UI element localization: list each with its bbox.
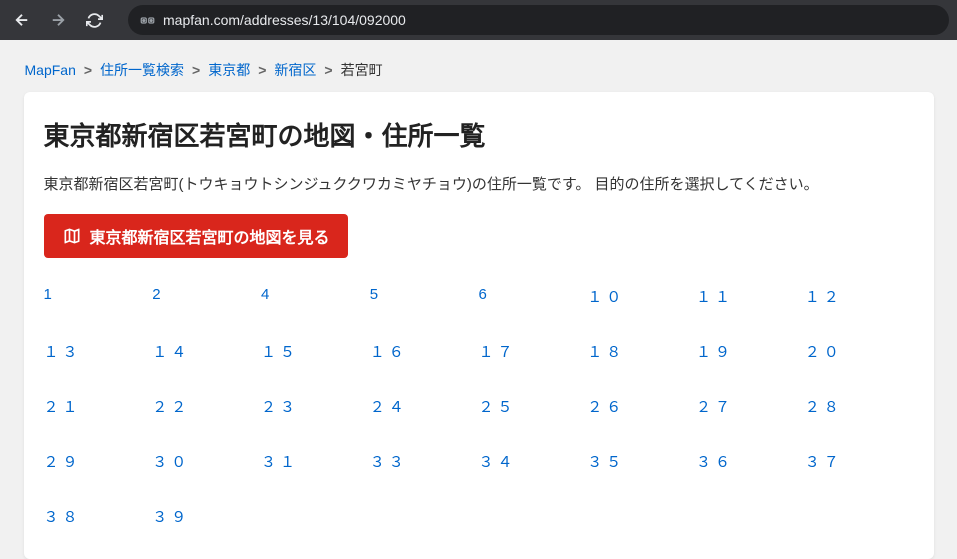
address-link[interactable]: １７ <box>479 341 588 362</box>
view-map-button[interactable]: 東京都新宿区若宮町の地図を見る <box>44 214 348 258</box>
breadcrumb-separator: > <box>324 62 332 78</box>
url-text: mapfan.com/addresses/13/104/092000 <box>163 12 406 28</box>
address-link[interactable]: ３３ <box>370 451 479 472</box>
address-link[interactable]: 5 <box>370 286 479 307</box>
address-link[interactable]: ２４ <box>370 396 479 417</box>
forward-button[interactable] <box>44 6 72 34</box>
breadcrumb-separator: > <box>192 62 200 78</box>
page-wrapper: MapFan > 住所一覧検索 > 東京都 > 新宿区 > 若宮町 東京都新宿区若宮町の地図・住… <box>0 40 957 559</box>
address-link[interactable]: １２ <box>805 286 914 307</box>
address-link[interactable]: ２２ <box>152 396 261 417</box>
breadcrumb-link[interactable]: 住所一覧検索 <box>100 60 184 80</box>
address-link[interactable]: ３８ <box>44 506 153 527</box>
back-button[interactable] <box>8 6 36 34</box>
breadcrumb-link[interactable]: 新宿区 <box>274 60 316 80</box>
content-card: 東京都新宿区若宮町の地図・住所一覧 東京都新宿区若宮町(トウキョウトシンジュクク… <box>24 92 934 559</box>
address-link[interactable]: ３０ <box>152 451 261 472</box>
breadcrumb-link[interactable]: 東京都 <box>208 60 250 80</box>
page-description: 東京都新宿区若宮町(トウキョウトシンジュククワカミヤチョウ)の住所一覧です。 目… <box>44 173 914 194</box>
map-icon <box>62 226 82 246</box>
url-bar[interactable]: mapfan.com/addresses/13/104/092000 <box>128 5 949 35</box>
address-link[interactable]: 2 <box>152 286 261 307</box>
address-link[interactable]: 1 <box>44 286 153 307</box>
address-link[interactable]: ３１ <box>261 451 370 472</box>
browser-chrome: mapfan.com/addresses/13/104/092000 <box>0 0 957 40</box>
address-link[interactable]: ２０ <box>805 341 914 362</box>
breadcrumb-separator: > <box>84 62 92 78</box>
address-link[interactable]: ３４ <box>479 451 588 472</box>
address-grid: 12456１０１１１２１３１４１５１６１７１８１９２０２１２２２３２４２５２６２… <box>44 286 914 527</box>
address-link[interactable]: １０ <box>587 286 696 307</box>
address-link[interactable]: ２８ <box>805 396 914 417</box>
address-link[interactable]: ２７ <box>696 396 805 417</box>
address-link[interactable]: ２６ <box>587 396 696 417</box>
address-link[interactable]: ２５ <box>479 396 588 417</box>
breadcrumb-current: 若宮町 <box>341 60 383 80</box>
address-link[interactable]: １３ <box>44 341 153 362</box>
address-link[interactable]: ２９ <box>44 451 153 472</box>
address-link[interactable]: １５ <box>261 341 370 362</box>
reload-button[interactable] <box>80 6 108 34</box>
address-link[interactable]: ３７ <box>805 451 914 472</box>
address-link[interactable]: 4 <box>261 286 370 307</box>
site-info-icon[interactable] <box>140 13 155 28</box>
breadcrumb-link[interactable]: MapFan <box>25 62 76 78</box>
address-link[interactable]: １１ <box>696 286 805 307</box>
address-link[interactable]: 6 <box>479 286 588 307</box>
address-link[interactable]: ３５ <box>587 451 696 472</box>
address-link[interactable]: ２３ <box>261 396 370 417</box>
address-link[interactable]: １９ <box>696 341 805 362</box>
address-link[interactable]: １４ <box>152 341 261 362</box>
address-link[interactable]: ３６ <box>696 451 805 472</box>
map-button-label: 東京都新宿区若宮町の地図を見る <box>90 224 330 248</box>
address-link[interactable]: ３９ <box>152 506 261 527</box>
page-title: 東京都新宿区若宮町の地図・住所一覧 <box>44 116 914 153</box>
address-link[interactable]: １８ <box>587 341 696 362</box>
address-link[interactable]: ２１ <box>44 396 153 417</box>
breadcrumb: MapFan > 住所一覧検索 > 東京都 > 新宿区 > 若宮町 <box>9 52 949 92</box>
address-link[interactable]: １６ <box>370 341 479 362</box>
breadcrumb-separator: > <box>258 62 266 78</box>
